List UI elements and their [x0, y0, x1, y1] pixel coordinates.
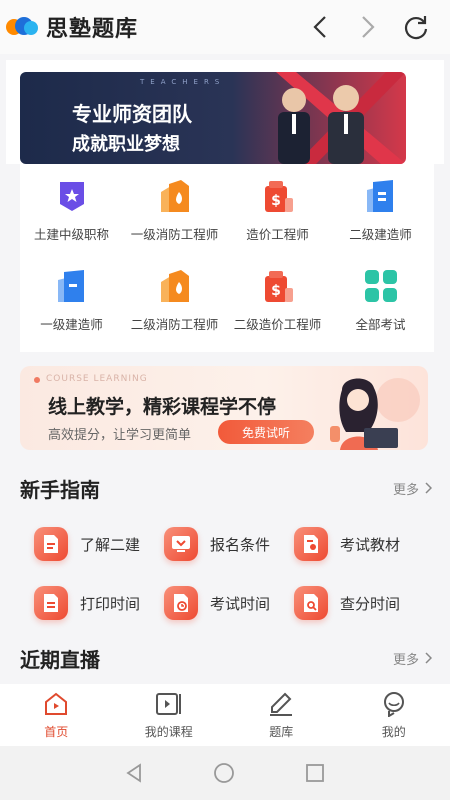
tab-label: 首页 [44, 724, 69, 739]
fire-building-icon [160, 270, 189, 302]
app-logo-icon [6, 15, 40, 39]
svg-text:$: $ [271, 193, 281, 209]
profile-icon [383, 691, 404, 717]
building-icon [57, 270, 84, 302]
study-girl-illustration [330, 378, 420, 450]
hero-banner[interactable]: TEACHERS 专业师资团队 成就职业梦想 [20, 72, 406, 164]
chevron-right-icon [362, 16, 375, 38]
back-button[interactable] [306, 13, 334, 41]
banner-overline: TEACHERS [140, 78, 226, 86]
guide-item[interactable]: 报名条件 [164, 524, 304, 564]
category-label: 二级建造师 [349, 227, 412, 242]
edit-icon [270, 692, 293, 716]
guide-item-label: 了解二建 [80, 535, 141, 554]
guide-item-label: 打印时间 [80, 594, 141, 613]
banner-line-1: 专业师资团队 [72, 102, 192, 126]
document-icon [34, 527, 68, 561]
guide-grid: 了解二建 报名条件 考试教材 打印时间 考试时间 查分时间 [0, 510, 450, 640]
video-icon [155, 692, 181, 715]
system-nav-bar [0, 746, 450, 800]
live-section-header: 近期直播 更多 [0, 638, 450, 678]
live-more-link[interactable]: 更多 [393, 649, 432, 668]
app-name: 思塾题库 [46, 17, 139, 42]
system-back-icon[interactable] [125, 763, 143, 783]
refresh-icon [404, 16, 428, 40]
top-bar: 思塾题库 [0, 0, 450, 54]
guide-item-label: 考试时间 [210, 594, 271, 613]
book-icon [294, 527, 328, 561]
fire-building-icon [160, 180, 189, 212]
tab-my-courses[interactable]: 我的课程 [113, 684, 226, 746]
category-item[interactable]: 土建中级职称 [20, 164, 123, 252]
building-icon [366, 180, 393, 212]
guide-section-header: 新手指南 更多 [0, 468, 450, 508]
guide-more-link[interactable]: 更多 [393, 479, 432, 498]
exam-category-grid: 土建中级职称 一级消防工程师 $ 造价工程师 二级建造师 一级建造师 二级消防工… [20, 164, 434, 352]
category-label: 一级消防工程师 [130, 227, 219, 242]
guide-item-label: 查分时间 [340, 594, 401, 613]
category-item[interactable]: 一级消防工程师 [123, 164, 226, 252]
category-label: 一级建造师 [40, 317, 103, 332]
guide-item-label: 考试教材 [340, 535, 401, 554]
category-item[interactable]: 一级建造师 [20, 254, 123, 342]
refresh-button[interactable] [402, 13, 430, 41]
guide-item[interactable]: 考试时间 [164, 583, 304, 623]
category-label: 土建中级职称 [33, 227, 109, 242]
banner-line-2: 成就职业梦想 [72, 134, 180, 155]
category-label: 造价工程师 [246, 227, 309, 242]
category-label: 全部考试 [355, 317, 406, 332]
promo-tagline: 高效提分，让学习更简单 [48, 428, 192, 443]
search-doc-icon [294, 586, 328, 620]
printer-icon [34, 586, 68, 620]
category-item[interactable]: 全部考试 [329, 254, 432, 342]
svg-text:$: $ [271, 283, 281, 299]
free-trial-button[interactable]: 免费试听 [218, 420, 314, 444]
guide-title: 新手指南 [20, 477, 100, 502]
category-label: 二级消防工程师 [130, 317, 219, 332]
tab-profile[interactable]: 我的 [338, 684, 450, 746]
guide-item[interactable]: 考试教材 [294, 524, 434, 564]
guide-item[interactable]: 了解二建 [34, 524, 174, 564]
bottom-tab-bar: 首页 我的课程 题库 我的 [0, 684, 450, 746]
category-label: 二级造价工程师 [233, 317, 322, 332]
banner-container: TEACHERS 专业师资团队 成就职业梦想 [6, 60, 444, 164]
category-item[interactable]: 二级消防工程师 [123, 254, 226, 342]
brand: 思塾题库 [6, 11, 138, 43]
badge-star-icon [59, 182, 84, 211]
guide-item[interactable]: 打印时间 [34, 583, 174, 623]
tab-home[interactable]: 首页 [0, 684, 113, 746]
forward-button[interactable] [354, 13, 382, 41]
grid-icon [364, 270, 397, 302]
course-promo-banner[interactable]: COURSE LEARNING 线上教学，精彩课程学不停 高效提分，让学习更简单… [20, 366, 428, 450]
dollar-bag-icon: $ [264, 271, 293, 302]
chevron-left-icon [313, 16, 326, 38]
guide-item[interactable]: 查分时间 [294, 583, 434, 623]
tab-label: 我的课程 [144, 724, 193, 739]
more-label: 更多 [392, 652, 419, 668]
teachers-illustration [276, 72, 406, 164]
tab-label: 题库 [269, 724, 294, 739]
category-item[interactable]: 二级建造师 [329, 164, 432, 252]
live-title: 近期直播 [20, 647, 100, 672]
tab-label: 我的 [381, 724, 406, 739]
category-item[interactable]: $ 二级造价工程师 [226, 254, 329, 342]
dollar-bag-icon: $ [264, 181, 293, 212]
monitor-icon [164, 527, 198, 561]
category-item[interactable]: $ 造价工程师 [226, 164, 329, 252]
guide-item-label: 报名条件 [210, 535, 271, 554]
promo-dot [34, 377, 40, 383]
tab-question-bank[interactable]: 题库 [225, 684, 338, 746]
more-label: 更多 [392, 482, 419, 498]
clock-doc-icon [164, 586, 198, 620]
chevron-right-icon [425, 652, 432, 664]
promo-title: 线上教学，精彩课程学不停 [48, 396, 277, 418]
home-icon [45, 692, 68, 715]
system-recents-icon[interactable] [305, 763, 325, 783]
chevron-right-icon [425, 482, 432, 494]
promo-overline: COURSE LEARNING [46, 374, 148, 384]
system-home-icon[interactable] [213, 762, 235, 784]
